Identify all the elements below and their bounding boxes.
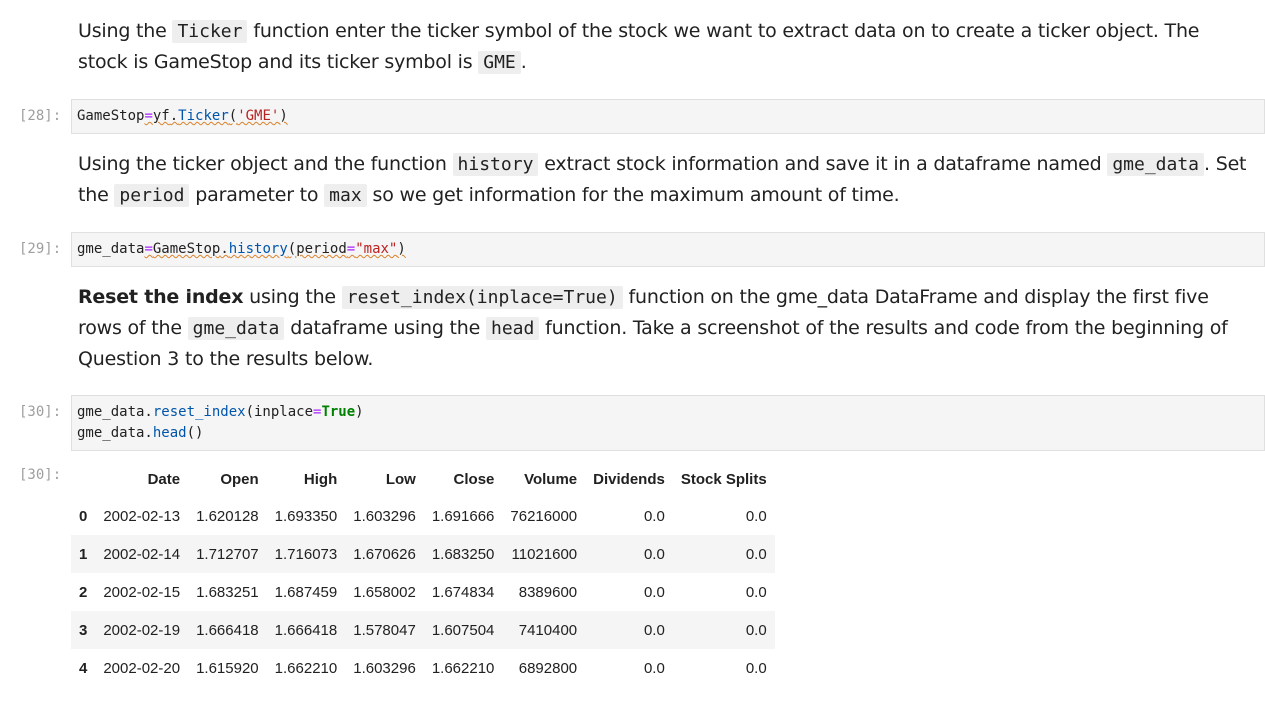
table-cell: 1.716073 — [274, 545, 338, 563]
md-text: function enter the ticker symbol of the … — [78, 20, 1200, 73]
table-cell: 1.615920 — [196, 659, 259, 677]
inline-code: max — [324, 184, 367, 207]
cell-prompt: [30]: — [19, 404, 62, 420]
md-bold-text: Reset the index — [78, 286, 244, 308]
markdown-cell-reset-index-instructions: Reset the index using the reset_index(in… — [78, 282, 1248, 374]
code-cell-28[interactable]: GameStop=yf.Ticker('GME') — [71, 99, 1265, 134]
table-cell: 0.0 — [643, 583, 665, 601]
row-index: 4 — [79, 659, 88, 677]
table-cell: 1.578047 — [353, 621, 416, 639]
table-cell: 1.662210 — [274, 659, 338, 677]
table-row: 0 2002-02-13 1.620128 1.693350 1.603296 … — [71, 497, 775, 535]
table-cell: 0.0 — [643, 507, 665, 525]
code-cell-30[interactable]: gme_data.reset_index(inplace=True) gme_d… — [71, 395, 1265, 451]
md-text: dataframe using the — [284, 317, 486, 339]
output-prompt: [30]: — [19, 467, 62, 483]
table-cell: 1.662210 — [431, 659, 495, 677]
table-cell: 2002-02-14 — [103, 545, 181, 563]
table-cell: 1.658002 — [353, 583, 416, 601]
table-cell: 1.603296 — [353, 507, 416, 525]
column-header: Close — [453, 470, 495, 488]
table-cell: 0.0 — [745, 621, 767, 639]
code-cell-29[interactable]: gme_data=GameStop.history(period="max") — [71, 232, 1265, 267]
md-text: extract stock information and save it in… — [538, 153, 1108, 175]
markdown-cell-ticker-instructions: Using the Ticker function enter the tick… — [78, 16, 1248, 78]
column-header: Open — [220, 470, 259, 488]
table-cell: 11021600 — [511, 545, 578, 563]
table-row: 4 2002-02-20 1.615920 1.662210 1.603296 … — [71, 649, 775, 687]
table-cell: 0.0 — [643, 621, 665, 639]
table-cell: 2002-02-13 — [103, 507, 181, 525]
md-text: so we get information for the maximum am… — [366, 184, 900, 206]
table-cell: 2002-02-15 — [103, 583, 181, 601]
inline-code: period — [114, 184, 190, 207]
inline-code: head — [485, 317, 540, 340]
table-row: 1 2002-02-14 1.712707 1.716073 1.670626 … — [71, 535, 775, 573]
table-cell: 1.691666 — [431, 507, 495, 525]
table-cell: 7410400 — [518, 621, 578, 639]
md-text: using the — [243, 286, 342, 308]
table-cell: 0.0 — [745, 507, 767, 525]
markdown-cell-history-instructions: Using the ticker object and the function… — [78, 149, 1248, 211]
table-cell: 1.687459 — [274, 583, 338, 601]
code-line: gme_data.head() — [77, 425, 204, 441]
code-line: gme_data=GameStop.history(period="max") — [77, 241, 406, 257]
table-cell: 6892800 — [518, 659, 578, 677]
table-header-row: Date Open High Low Close Volume Dividend… — [71, 461, 775, 497]
row-index: 3 — [79, 621, 88, 639]
table-cell: 0.0 — [643, 659, 665, 677]
table-cell: 1.693350 — [274, 507, 338, 525]
md-text: . — [520, 51, 527, 73]
inline-code: Ticker — [172, 20, 248, 43]
column-header: High — [303, 470, 338, 488]
table-row: 3 2002-02-19 1.666418 1.666418 1.578047 … — [71, 611, 775, 649]
column-header — [71, 461, 95, 497]
md-text: Using the ticker object and the function — [78, 153, 453, 175]
table-cell: 1.607504 — [431, 621, 495, 639]
table-cell: 1.620128 — [196, 507, 259, 525]
inline-code: reset_index(inplace=True) — [341, 286, 623, 309]
cell-prompt: [29]: — [19, 241, 62, 257]
inline-code: gme_data — [1107, 153, 1205, 176]
table-cell: 1.666418 — [274, 621, 338, 639]
table-row: 2 2002-02-15 1.683251 1.687459 1.658002 … — [71, 573, 775, 611]
table-cell: 0.0 — [643, 545, 665, 563]
row-index: 2 — [79, 583, 88, 601]
code-line: gme_data.reset_index(inplace=True) — [77, 404, 364, 420]
table-cell: 76216000 — [510, 507, 578, 525]
column-header: Low — [385, 470, 416, 488]
table-cell: 2002-02-19 — [103, 621, 181, 639]
table-cell: 1.712707 — [196, 545, 259, 563]
table-cell: 1.666418 — [196, 621, 259, 639]
table-cell: 1.683250 — [431, 545, 495, 563]
md-text: Using the — [78, 20, 173, 42]
md-text: parameter to — [189, 184, 325, 206]
table-cell: 1.603296 — [353, 659, 416, 677]
column-header: Volume — [524, 470, 578, 488]
table-cell: 1.683251 — [196, 583, 259, 601]
inline-code: GME — [478, 51, 521, 74]
table-cell: 0.0 — [745, 583, 767, 601]
row-index: 1 — [79, 545, 88, 563]
cell-prompt: [28]: — [19, 108, 62, 124]
inline-code: gme_data — [187, 317, 285, 340]
dataframe-output-table: Date Open High Low Close Volume Dividend… — [71, 461, 775, 687]
table-cell: 8389600 — [518, 583, 578, 601]
table-cell: 2002-02-20 — [103, 659, 181, 677]
table-cell: 1.674834 — [431, 583, 495, 601]
column-header: Date — [147, 470, 181, 488]
column-header: Stock Splits — [680, 470, 767, 488]
table-cell: 0.0 — [745, 659, 767, 677]
table-cell: 1.670626 — [353, 545, 416, 563]
row-index: 0 — [79, 507, 88, 525]
column-header: Dividends — [593, 470, 665, 488]
inline-code: history — [452, 153, 539, 176]
code-line: GameStop=yf.Ticker('GME') — [77, 108, 288, 124]
table-cell: 0.0 — [745, 545, 767, 563]
